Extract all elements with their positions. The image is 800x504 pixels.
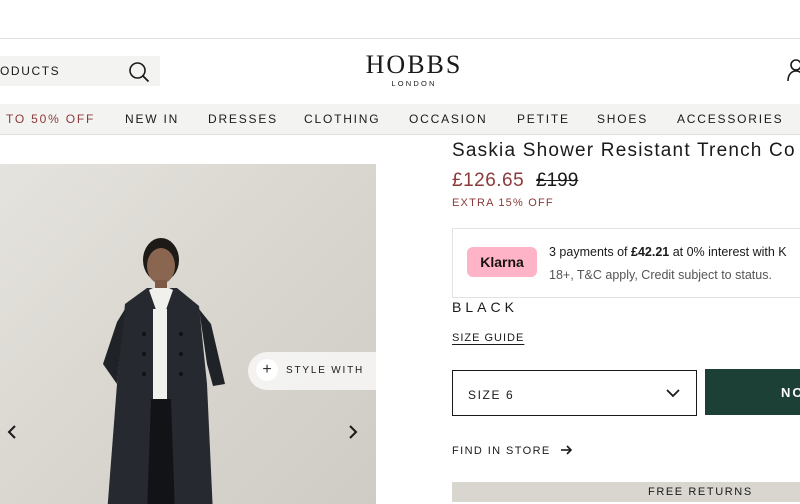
klarna-amount: £42.21 [631,245,670,259]
nav-item-new-in[interactable]: NEW IN [125,112,179,126]
add-to-bag-button[interactable]: NO [705,369,800,415]
search-icon[interactable] [128,61,150,83]
extra-discount-badge: EXTRA 15% OFF [452,197,554,209]
plus-icon: + [256,359,278,381]
nav-item-clothing[interactable]: CLOTHING [304,112,380,126]
size-select-value: SIZE 6 [468,388,515,402]
logo-subtitle: LONDON [391,79,437,88]
style-with-label: STYLE WITH [286,365,365,376]
nav-item-shoes[interactable]: SHOES [597,112,648,126]
nav-item-petite[interactable]: PETITE [517,112,570,126]
klarna-terms-text: 18+, T&C apply, Credit subject to status… [549,268,772,282]
klarna-suffix: at 0% interest with K [669,245,787,259]
original-price: £199 [536,170,579,191]
klarna-prefix: 3 payments of [549,245,631,259]
search-bar[interactable]: ODUCTS [0,56,160,86]
product-image-gallery[interactable]: + STYLE WITH [0,164,376,504]
klarna-installments-text: 3 payments of £42.21 at 0% interest with… [549,245,787,259]
style-with-button[interactable]: + STYLE WITH [248,352,376,390]
free-returns-banner: FREE RETURNS [452,482,800,502]
klarna-payment-info: Klarna 3 payments of £42.21 at 0% intere… [452,228,800,298]
selected-color: BLACK [452,299,518,315]
main-nav: TO 50% OFF NEW IN DRESSES CLOTHING OCCAS… [0,104,800,135]
nav-item-occasion[interactable]: OCCASION [409,112,487,126]
top-bar [0,0,800,39]
sale-price: £126.65 [452,170,525,191]
product-title: Saskia Shower Resistant Trench Co [452,140,796,161]
nav-item-sale[interactable]: TO 50% OFF [6,112,95,126]
find-in-store-link[interactable]: FIND IN STORE [452,444,573,457]
nav-item-dresses[interactable]: DRESSES [208,112,278,126]
logo-wordmark: HOBBS [365,50,463,79]
size-guide-link[interactable]: SIZE GUIDE [452,332,524,344]
chevron-left-icon[interactable] [3,422,21,442]
product-photo [103,238,225,504]
klarna-logo: Klarna [467,247,537,277]
chevron-down-icon [666,389,680,398]
arrow-right-icon [561,445,573,455]
brand-logo[interactable]: HOBBS LONDON [364,50,464,89]
free-returns-label: FREE RETURNS [648,486,753,498]
account-icon[interactable] [786,58,800,82]
size-select[interactable]: SIZE 6 [452,370,697,416]
find-in-store-label: FIND IN STORE [452,445,551,457]
add-to-bag-label: NO [781,385,800,400]
chevron-right-icon[interactable] [344,422,362,442]
search-input[interactable]: ODUCTS [0,64,60,78]
nav-item-accessories[interactable]: ACCESSORIES [677,112,784,126]
